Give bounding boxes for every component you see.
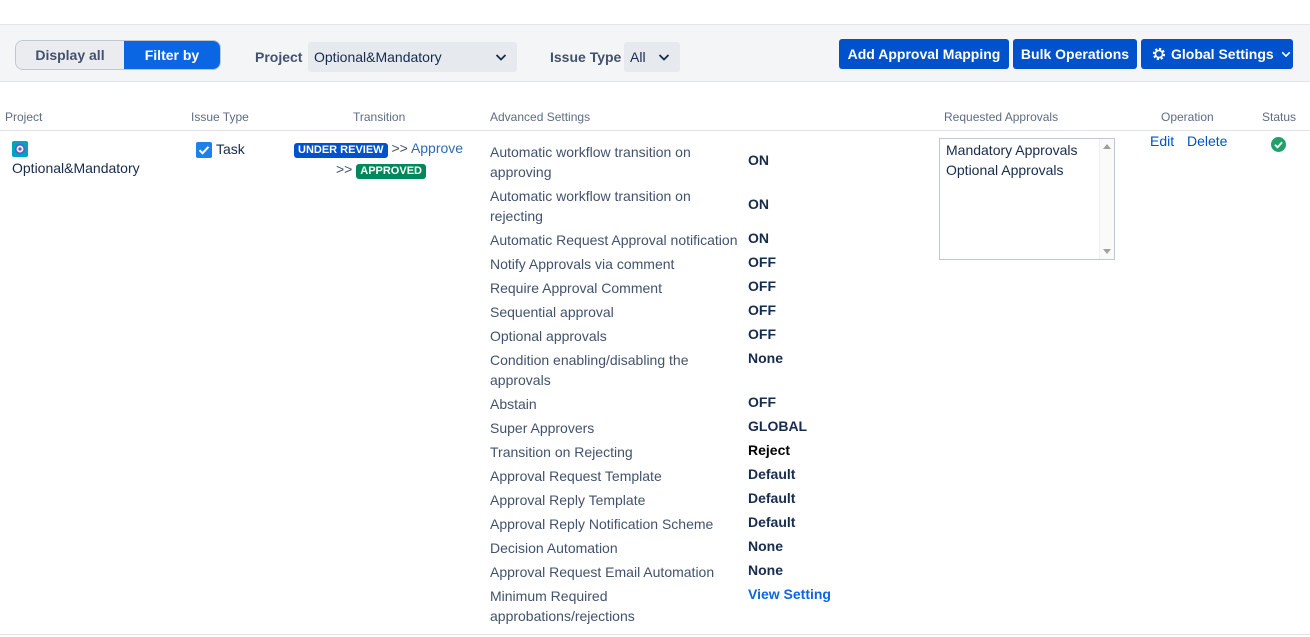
setting-label: Automatic Request Approval notification	[490, 232, 738, 248]
filter-by-button[interactable]: Filter by	[123, 41, 220, 69]
column-header-requested-approvals: Requested Approvals	[944, 110, 1059, 124]
setting-row: Transition on Rejecting Reject	[490, 442, 890, 462]
column-header-issue-type: Issue Type	[191, 110, 249, 124]
approve-transition-link[interactable]: Approve	[411, 140, 463, 156]
setting-value: OFF	[748, 326, 776, 342]
setting-row: Notify Approvals via comment OFF	[490, 254, 890, 274]
transition-arrow: >>	[391, 140, 408, 156]
chevron-down-icon	[658, 54, 670, 61]
setting-value: ON	[748, 152, 769, 168]
column-header-advanced-settings: Advanced Settings	[490, 110, 591, 124]
list-scrollbar[interactable]	[1099, 139, 1114, 259]
setting-label: Abstain	[490, 396, 537, 412]
chevron-down-icon	[495, 54, 507, 61]
setting-label: Transition on Rejecting	[490, 444, 633, 460]
setting-value: Default	[748, 490, 796, 506]
setting-label: Decision Automation	[490, 540, 618, 556]
table-bottom-divider	[0, 634, 1310, 635]
issue-type-select[interactable]: All	[624, 42, 680, 72]
global-settings-label: Global Settings	[1171, 46, 1274, 62]
row-transition-line-1: UNDER REVIEW >> Approve	[294, 140, 463, 158]
header-divider	[0, 130, 1310, 131]
row-issue-type: Task	[216, 141, 245, 157]
column-header-status: Status	[1262, 110, 1297, 124]
row-transition-line-2: >> APPROVED	[336, 161, 426, 179]
setting-row: Automatic workflow transition on approvi…	[490, 142, 890, 182]
setting-value: None	[748, 562, 783, 578]
display-all-button[interactable]: Display all	[16, 41, 124, 69]
column-header-project: Project	[5, 110, 43, 124]
setting-row: Approval Reply Notification Scheme Defau…	[490, 514, 890, 534]
display-mode-toggle: Display all Filter by	[15, 40, 221, 70]
setting-row: Super Approvers GLOBAL	[490, 418, 890, 438]
setting-row: Approval Request Template Default	[490, 466, 890, 486]
setting-value: OFF	[748, 254, 776, 270]
setting-label: Minimum Required approbations/rejections	[490, 588, 635, 624]
project-filter-label: Project	[255, 49, 303, 65]
setting-row: Minimum Required approbations/rejections…	[490, 586, 890, 626]
setting-label: Notify Approvals via comment	[490, 256, 675, 272]
setting-row: Approval Reply Template Default	[490, 490, 890, 510]
scroll-down-arrow-icon[interactable]	[1103, 249, 1111, 255]
project-avatar-icon	[12, 141, 28, 157]
setting-label: Automatic workflow transition on rejecti…	[490, 188, 691, 224]
check-circle-icon	[1271, 137, 1286, 152]
issue-type-filter-label: Issue Type	[550, 49, 622, 65]
setting-row: Require Approval Comment OFF	[490, 278, 890, 298]
setting-value: OFF	[748, 394, 776, 410]
list-item[interactable]: Mandatory Approvals	[946, 142, 1078, 158]
setting-label: Automatic workflow transition on approvi…	[490, 144, 691, 180]
setting-row: Sequential approval OFF	[490, 302, 890, 322]
setting-label: Optional approvals	[490, 328, 607, 344]
setting-label: Condition enabling/disabling the approva…	[490, 352, 689, 388]
list-item[interactable]: Optional Approvals	[946, 162, 1064, 178]
setting-row: Abstain OFF	[490, 394, 890, 414]
add-approval-mapping-button[interactable]: Add Approval Mapping	[839, 39, 1009, 69]
setting-value: OFF	[748, 278, 776, 294]
setting-value: None	[748, 538, 783, 554]
setting-row: Condition enabling/disabling the approva…	[490, 350, 890, 390]
scroll-up-arrow-icon[interactable]	[1103, 143, 1111, 149]
project-select-value: Optional&Mandatory	[314, 49, 442, 65]
setting-value: ON	[748, 230, 769, 246]
setting-value: GLOBAL	[748, 418, 808, 434]
bulk-operations-button[interactable]: Bulk Operations	[1013, 39, 1137, 69]
setting-row: Automatic Request Approval notification …	[490, 230, 890, 250]
delete-mapping-link[interactable]: Delete	[1187, 133, 1227, 149]
checkbox-checked-icon	[196, 142, 212, 158]
chevron-down-icon	[1281, 51, 1291, 58]
setting-value: OFF	[748, 302, 776, 318]
setting-row: Automatic workflow transition on rejecti…	[490, 186, 890, 226]
setting-value: ON	[748, 196, 769, 212]
setting-row: Approval Request Email Automation None	[490, 562, 890, 582]
setting-value: Default	[748, 514, 796, 530]
setting-row: Decision Automation None	[490, 538, 890, 558]
requested-approvals-list[interactable]: Mandatory Approvals Optional Approvals	[939, 138, 1115, 260]
approved-status-badge: APPROVED	[356, 164, 426, 179]
column-header-transition: Transition	[353, 110, 406, 124]
column-header-operation: Operation	[1161, 110, 1214, 124]
setting-value: Reject	[748, 442, 791, 458]
setting-label: Approval Request Email Automation	[490, 564, 715, 580]
issue-type-select-value: All	[630, 49, 646, 65]
view-setting-link[interactable]: View Setting	[748, 586, 831, 602]
filter-toolbar: Display all Filter by Project Optional&M…	[0, 24, 1310, 82]
edit-mapping-link[interactable]: Edit	[1150, 133, 1174, 149]
setting-label: Approval Reply Notification Scheme	[490, 516, 714, 532]
global-settings-button[interactable]: Global Settings	[1141, 39, 1293, 69]
setting-label: Sequential approval	[490, 304, 614, 320]
setting-value: Default	[748, 466, 796, 482]
project-select[interactable]: Optional&Mandatory	[308, 42, 517, 72]
under-review-status-badge: UNDER REVIEW	[294, 143, 388, 158]
row-project-name[interactable]: Optional&Mandatory	[12, 160, 140, 176]
setting-value: None	[748, 350, 783, 366]
setting-label: Require Approval Comment	[490, 280, 662, 296]
transition-arrow: >>	[336, 161, 353, 177]
setting-label: Super Approvers	[490, 420, 595, 436]
setting-label: Approval Request Template	[490, 468, 662, 484]
setting-row: Optional approvals OFF	[490, 326, 890, 346]
setting-label: Approval Reply Template	[490, 492, 646, 508]
gear-icon	[1152, 47, 1166, 61]
